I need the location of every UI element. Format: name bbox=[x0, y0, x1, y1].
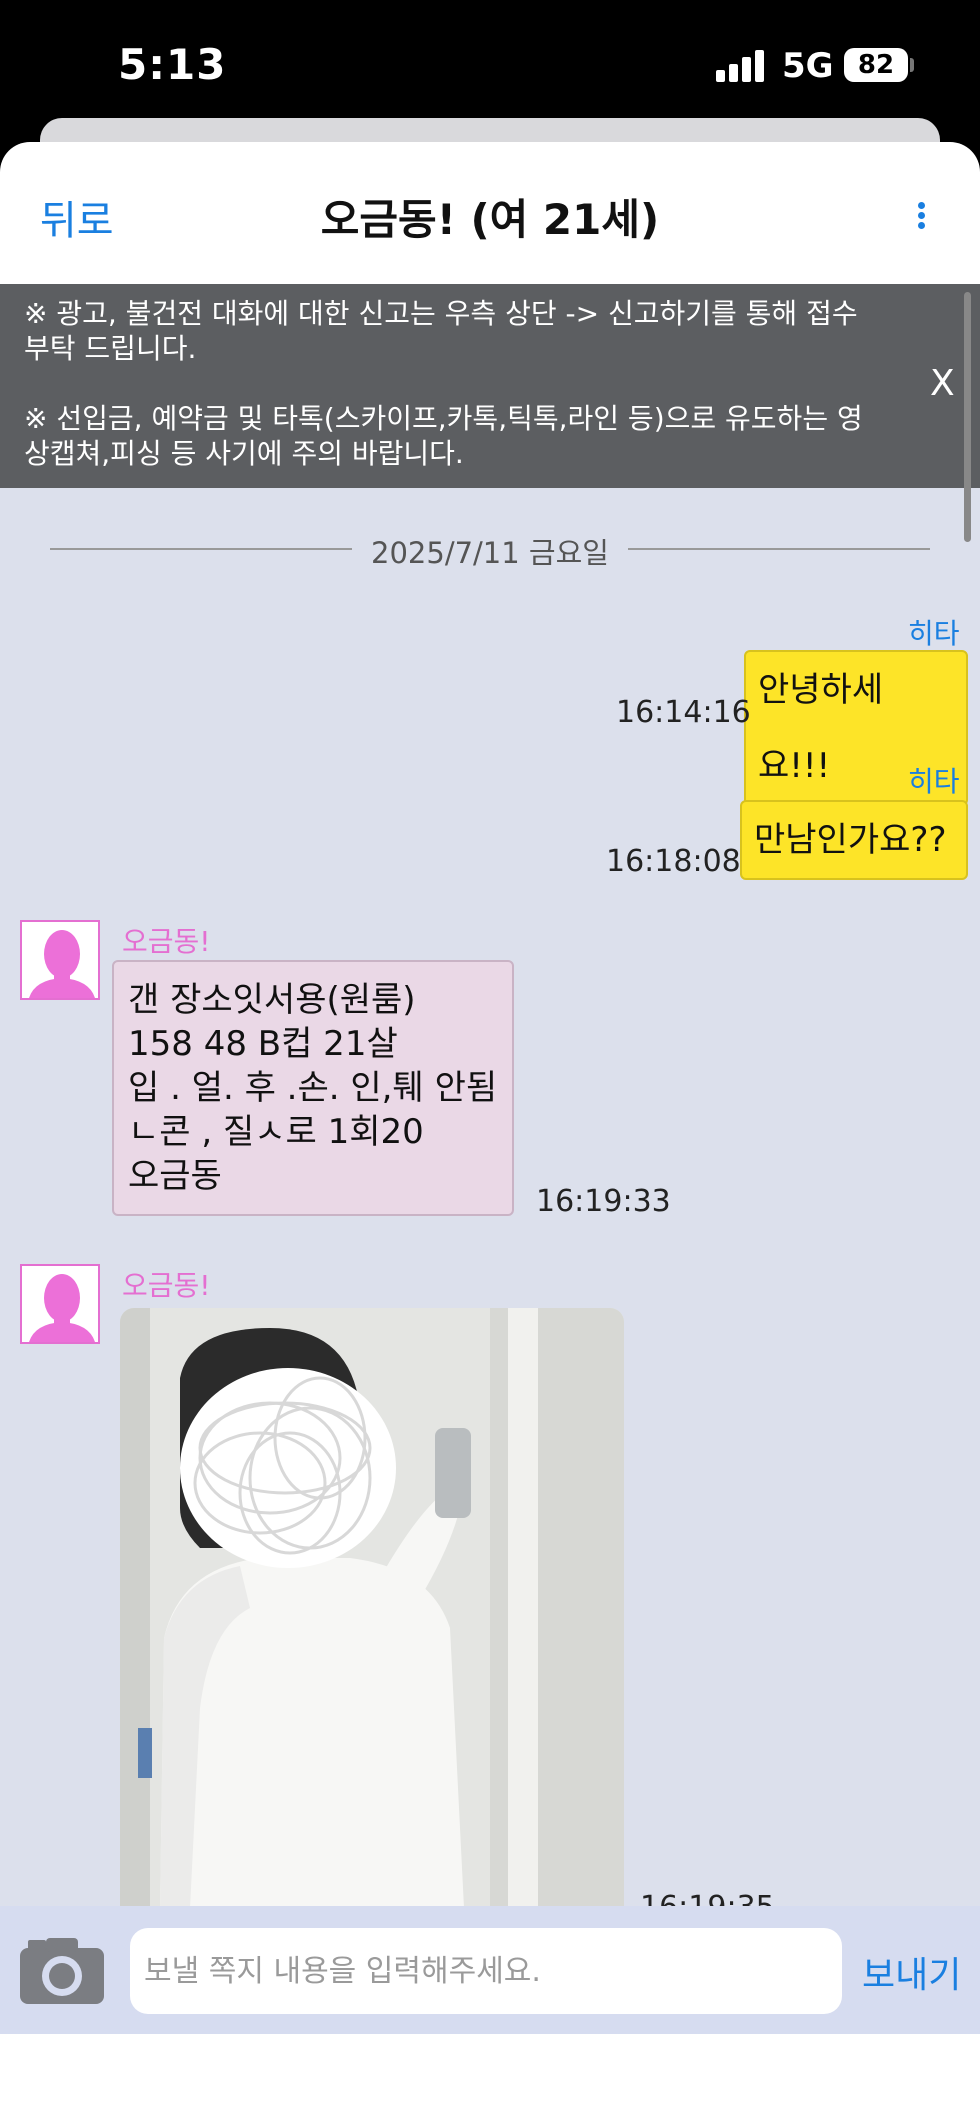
my-message-bubble[interactable]: 만남인가요?? bbox=[740, 800, 968, 880]
status-bar: 5:13 5G 82 bbox=[0, 0, 980, 130]
chat-title: 오금동! (여 21세) bbox=[320, 195, 660, 244]
date-label: 2025/7/11 금요일 bbox=[371, 536, 609, 570]
female-silhouette-icon bbox=[29, 930, 95, 998]
send-button[interactable]: 보내기 bbox=[862, 1946, 961, 1998]
message-input[interactable] bbox=[130, 1928, 842, 2014]
message-time: 16:14:16 bbox=[616, 695, 751, 730]
date-separator: 2025/7/11 금요일 bbox=[50, 528, 930, 570]
female-silhouette-icon bbox=[29, 1274, 95, 1342]
status-time: 5:13 bbox=[118, 40, 227, 89]
message-line: 입 . 얼. 후 .손. 인,퉤 안됨 bbox=[128, 1068, 498, 1108]
notice-line-report: ※ 광고, 불건전 대화에 대한 신고는 우측 상단 -> 신고하기를 통해 접… bbox=[24, 297, 858, 365]
battery-tip bbox=[910, 58, 914, 72]
avatar[interactable] bbox=[20, 920, 100, 1000]
more-vertical-icon[interactable] bbox=[914, 200, 928, 232]
message-line: 갠 장소잇서용(원룸) bbox=[128, 980, 416, 1020]
message-time: 16:18:08 bbox=[606, 844, 741, 879]
warning-notice: ※ 광고, 불건전 대화에 대한 신고는 우측 상단 -> 신고하기를 통해 접… bbox=[0, 284, 980, 488]
chat-header: 뒤로 오금동! (여 21세) bbox=[0, 142, 980, 284]
notice-line-scam: ※ 선입금, 예약금 및 타톡(스카이프,카톡,틱톡,라인 등)으로 유도하는 … bbox=[24, 402, 863, 470]
scrollbar[interactable] bbox=[964, 292, 971, 542]
message-line: 158 48 B컵 21살 bbox=[128, 1024, 398, 1064]
avatar[interactable] bbox=[20, 1264, 100, 1344]
sender-name: 오금동! bbox=[122, 1269, 211, 1302]
bottom-safe-area bbox=[0, 2034, 980, 2120]
notice-close-button[interactable]: X bbox=[930, 366, 955, 402]
input-bar: 보내기 bbox=[0, 1906, 980, 2034]
sender-name: 히타 bbox=[908, 617, 960, 650]
photo-message[interactable] bbox=[120, 1308, 624, 1906]
photo-image bbox=[120, 1308, 624, 1906]
message-time: 16:19:35 bbox=[640, 1890, 775, 1906]
camera-icon[interactable] bbox=[18, 1936, 106, 2006]
sender-name: 오금동! bbox=[122, 925, 211, 958]
signal-icon bbox=[716, 50, 766, 82]
other-message-bubble[interactable]: 갠 장소잇서용(원룸) 158 48 B컵 21살 입 . 얼. 후 .손. 인… bbox=[112, 960, 514, 1216]
divider-line bbox=[628, 548, 930, 550]
battery-icon: 82 bbox=[844, 48, 908, 82]
message-time: 16:19:33 bbox=[536, 1184, 671, 1219]
chat-area[interactable]: ※ 광고, 불건전 대화에 대한 신고는 우측 상단 -> 신고하기를 통해 접… bbox=[0, 284, 980, 1906]
sender-name: 히타 bbox=[908, 765, 960, 798]
message-line: ㄴ콘 , 질ㅅ로 1회20 bbox=[128, 1112, 424, 1152]
message-line: 오금동 bbox=[128, 1156, 222, 1196]
network-type: 5G bbox=[782, 46, 834, 86]
